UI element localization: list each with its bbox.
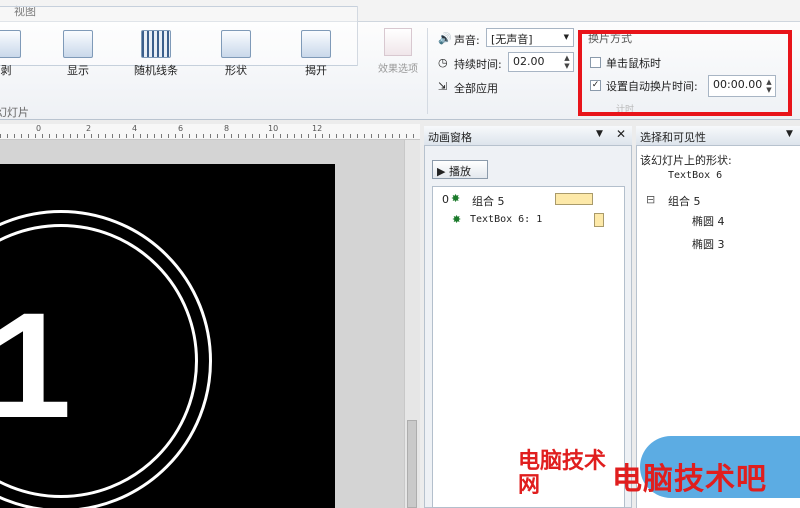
ruler-tick-label: 4 [132,124,138,133]
sound-select-value: [无声音] [491,33,533,46]
effect-options-button[interactable]: 效果选项 [372,28,424,75]
selection-pane-header: 选择和可见性 ▼ [636,126,800,146]
ruler-tick-label: 10 [268,124,279,133]
close-icon[interactable]: ✕ [616,127,626,141]
ruler-tick-label: 2 [86,124,92,133]
wipe-effect-icon [0,30,21,58]
pane-menu-icon[interactable]: ▼ [786,129,793,139]
chevron-down-icon: ▼ [563,33,569,41]
collapse-icon[interactable]: ⊟ [646,193,655,206]
effect-random-bars[interactable]: 随机线条 [126,30,186,78]
selection-pane-title: 选择和可见性 [640,131,706,144]
shape-list-item[interactable]: 组合 5 [668,193,701,209]
animation-item-label[interactable]: TextBox 6: 1 [470,214,542,225]
effect-options-icon [384,28,412,56]
animation-timing-bar[interactable] [594,213,604,227]
ruler-tick-label: 8 [224,124,230,133]
ribbon-separator [427,28,428,114]
play-button[interactable]: ▶ 播放 [432,160,488,179]
play-icon: ▶ [437,165,449,178]
gallery-scrollbar[interactable] [357,6,369,66]
animation-entrance-icon: ✸ [451,192,461,205]
horizontal-ruler: 0 2 4 6 8 10 12 [0,124,420,140]
animation-pane-header: 动画窗格 ▼ ✕ [424,126,632,146]
sound-select[interactable]: [无声音] ▼ [486,28,574,47]
effect-label: 随机线条 [134,64,178,77]
ruler-tick-label: 12 [312,124,323,133]
effect-label: 剥 [0,64,12,77]
animation-item-label[interactable]: 组合 5 [472,193,505,209]
apply-all-button[interactable]: 全部应用 [454,80,498,96]
highlight-box [578,30,792,116]
spinner-arrows-icon[interactable]: ▲ ▼ [562,54,572,70]
duration-label: 持续时间: [454,58,502,71]
sound-icon: 🔊 [438,32,452,45]
effect-reveal[interactable]: 显示 [48,30,108,78]
scrollbar-thumb[interactable] [407,420,417,508]
shape-list-item[interactable]: 椭圆 4 [692,213,725,229]
effect-uncover[interactable]: 揭开 [286,30,346,78]
selection-pane-subtitle: 该幻灯片上的形状: [640,154,732,167]
animation-entrance-icon: ✸ [452,213,462,226]
effect-label: 显示 [67,64,89,77]
effect-shape[interactable]: 形状 [206,30,266,78]
animation-timing-bar[interactable] [555,193,593,205]
random-bars-effect-icon [141,30,171,58]
shape-list-item[interactable]: 椭圆 3 [692,236,725,252]
watermark-large-text: 电脑技术吧 [612,462,767,497]
apply-all-icon: ⇲ [438,80,448,93]
pane-menu-icon[interactable]: ▼ [596,129,603,139]
clock-icon: ◷ [438,56,448,69]
sound-label: 声音: [454,34,480,47]
slide-canvas[interactable]: 1 [0,164,335,508]
shape-effect-icon [221,30,251,58]
slide-number-text[interactable]: 1 [0,290,71,440]
ruler-ticks [0,134,420,138]
animation-pane-title: 动画窗格 [428,131,472,144]
duration-field[interactable]: 02.00 ▲ ▼ [508,52,574,72]
watermark-small-text: 电脑技术网 [518,449,607,498]
uncover-effect-icon [301,30,331,58]
effect-label: 形状 [225,64,247,77]
play-label: 播放 [448,165,471,178]
ruler-tick-label: 6 [178,124,184,133]
ruler-tick-label: 0 [36,124,42,133]
reveal-effect-icon [63,30,93,58]
effect-wipe[interactable]: 剥 [0,30,36,78]
effect-label: 揭开 [305,64,327,77]
duration-value: 02.00 [513,55,545,68]
shape-list-item[interactable]: TextBox 6 [668,170,722,181]
animation-index: 0 [442,193,449,206]
ribbon-group-label: 幻灯片 [0,106,29,119]
effect-options-label: 效果选项 [378,64,418,75]
